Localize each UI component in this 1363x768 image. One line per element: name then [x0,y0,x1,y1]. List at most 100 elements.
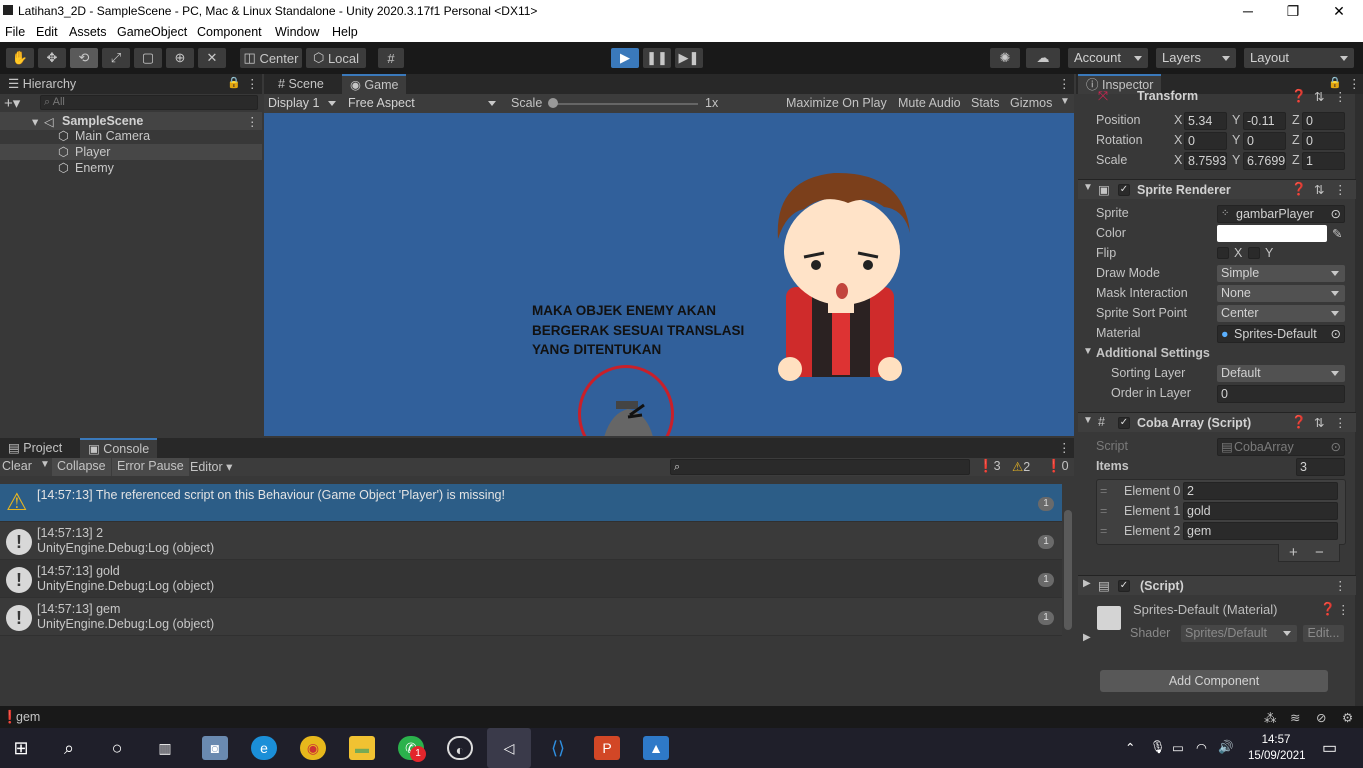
display-dropdown[interactable]: Display 1 [264,95,342,112]
custom-tool-icon[interactable]: ✕ [198,48,226,68]
play-button[interactable]: ▶ [611,48,639,68]
tab-project[interactable]: ▤ Project [0,438,70,458]
scale-tool-icon[interactable]: ⤢ [102,48,130,68]
object-picker-icon[interactable]: ⊙ [1331,326,1341,342]
clock[interactable]: 14:57 15/09/2021 [1248,732,1306,764]
tab-game[interactable]: ◉ Game [342,74,407,94]
game-viewport[interactable]: MAKA OBJEK ENEMY AKAN BERGERAK SESUAI TR… [264,113,1074,436]
hand-tool-icon[interactable]: ✋ [6,48,34,68]
add-icon[interactable]: +▾ [4,94,20,112]
editor-dropdown[interactable]: Editor ▾ [190,459,232,474]
hierarchy-item-enemy[interactable]: ⬡ Enemy [0,160,262,176]
menu-help[interactable]: Help [332,25,358,39]
stats-toggle[interactable]: Stats [971,96,1000,110]
transform-header[interactable]: ⤧ Transform ❓ ⇅ ⋮ [1078,89,1356,105]
progress-icon[interactable]: ≋ [1290,710,1300,725]
error-pause-button[interactable]: Error Pause [112,458,189,476]
console-search-input[interactable]: ⌕ [670,459,970,475]
edge-icon[interactable]: e [251,736,277,760]
flip-x-checkbox[interactable] [1217,247,1229,259]
gizmos-toggle[interactable]: Gizmos [1010,96,1052,110]
position-x-field[interactable]: 5.34 [1184,112,1227,130]
preset-icon[interactable]: ⇅ [1314,89,1324,104]
hierarchy-search-input[interactable]: ⌕ All [40,95,258,110]
move-tool-icon[interactable]: ✥ [38,48,66,68]
collapse-arrow-icon[interactable]: ▼ [1083,346,1093,357]
maximize-on-play-toggle[interactable]: Maximize On Play [786,96,887,110]
scene-menu-icon[interactable]: ⋮ [246,114,259,129]
layout-dropdown[interactable]: Layout [1244,48,1354,68]
rotation-z-field[interactable]: 0 [1302,132,1345,150]
expand-arrow-icon[interactable]: ▶ [1083,578,1091,589]
drag-handle-icon[interactable]: = [1100,524,1107,538]
eyedropper-icon[interactable]: ✎ [1332,226,1342,241]
sprite-field[interactable]: ⁘ gambarPlayer ⊙ [1217,205,1345,223]
remove-element-icon[interactable]: − [1315,544,1324,561]
rotate-tool-icon[interactable]: ⟲ [70,48,98,68]
sprite-renderer-header[interactable]: ▼ ▣ ✓ Sprite Renderer ❓ ⇅ ⋮ [1078,179,1356,199]
unity-taskbar-icon[interactable]: ◁ [487,728,531,768]
search-icon[interactable]: ⌕ [56,736,82,760]
minimize-button[interactable]: ─ [1225,0,1271,22]
account-dropdown[interactable]: Account [1068,48,1148,68]
shader-edit-button[interactable]: Edit... [1303,625,1344,642]
scale-y-field[interactable]: 6.7699 [1243,152,1286,170]
notifications-icon[interactable]: ▭ [1322,738,1337,758]
gizmos-dropdown-icon[interactable]: ▼ [1060,96,1070,107]
vscode-icon[interactable]: ⟨⟩ [545,736,571,760]
expand-arrow-icon[interactable]: ▶ [1083,632,1091,643]
menu-icon[interactable]: ⋮ [1334,89,1347,104]
windows-start-icon[interactable]: ⊞ [8,736,34,760]
scale-z-field[interactable]: 1 [1302,152,1345,170]
menu-edit[interactable]: Edit [36,25,58,39]
sprite-sort-point-dropdown[interactable]: Center [1217,305,1345,322]
menu-gameobject[interactable]: GameObject [117,25,187,39]
help-icon[interactable]: ❓ [1291,182,1307,197]
clear-button[interactable]: Clear [2,459,32,473]
menu-assets[interactable]: Assets [69,25,107,39]
position-z-field[interactable]: 0 [1302,112,1345,130]
microphone-icon[interactable]: 🎙 [1150,740,1166,755]
add-element-icon[interactable]: + [1289,544,1298,561]
missing-script-header[interactable]: ▶ ▤ ✓ (Script) ⋮ [1078,575,1356,595]
log-entry[interactable]: ! [14:57:13] 2 UnityEngine.Debug:Log (ob… [0,522,1062,560]
layers-dropdown[interactable]: Layers [1156,48,1236,68]
object-picker-icon[interactable]: ⊙ [1331,206,1341,222]
obs-icon[interactable]: ◐ [447,736,473,760]
log-entry-warning[interactable]: ⚠ [14:57:13] The referenced script on th… [0,484,1062,522]
element-field[interactable]: 2 [1183,482,1338,500]
mute-audio-toggle[interactable]: Mute Audio [898,96,961,110]
items-label[interactable]: Items [1096,459,1129,473]
debug-icon[interactable]: ⊘ [1316,710,1326,725]
rotation-x-field[interactable]: 0 [1184,132,1227,150]
pivot-local-button[interactable]: ⬡ Local [306,48,366,68]
inspector-scrollbar[interactable] [1355,94,1363,706]
element-field[interactable]: gold [1183,502,1338,520]
maximize-button[interactable]: ❐ [1270,0,1316,22]
material-field[interactable]: ● Sprites-Default ⊙ [1217,325,1345,343]
grid-snap-icon[interactable]: # [378,48,404,68]
help-icon[interactable]: ❓ [1291,415,1307,430]
volume-icon[interactable]: 🔊 [1218,740,1234,755]
enabled-checkbox[interactable]: ✓ [1118,184,1130,196]
preset-icon[interactable]: ⇅ [1314,415,1324,430]
wifi-icon[interactable]: ◠ [1196,740,1207,755]
aspect-dropdown[interactable]: Free Aspect [344,95,502,112]
rect-tool-icon[interactable]: ▢ [134,48,162,68]
help-icon[interactable]: ❓ [1291,89,1307,104]
menu-icon[interactable]: ⋮ [1334,415,1347,430]
menu-file[interactable]: File [5,25,25,39]
position-y-field[interactable]: -0.11 [1243,112,1286,130]
warning-count-toggle[interactable]: ⚠2 [1012,459,1030,474]
menu-component[interactable]: Component [197,25,262,39]
auto-generate-lighting-icon[interactable]: ⁂ [1264,710,1277,725]
cortana-icon[interactable]: ○ [104,736,130,760]
menu-icon[interactable]: ⋮ [1334,578,1347,593]
mask-interaction-dropdown[interactable]: None [1217,285,1345,302]
more-icon[interactable]: ⋮ [1058,76,1071,91]
preset-icon[interactable]: ⇅ [1314,182,1324,197]
hierarchy-item-main-camera[interactable]: ⬡ Main Camera [0,128,262,144]
cloud-icon[interactable]: ☁ [1026,48,1060,68]
hierarchy-item-player[interactable]: ⬡ Player [0,144,262,160]
collapse-arrow-icon[interactable]: ▼ [1083,182,1093,193]
